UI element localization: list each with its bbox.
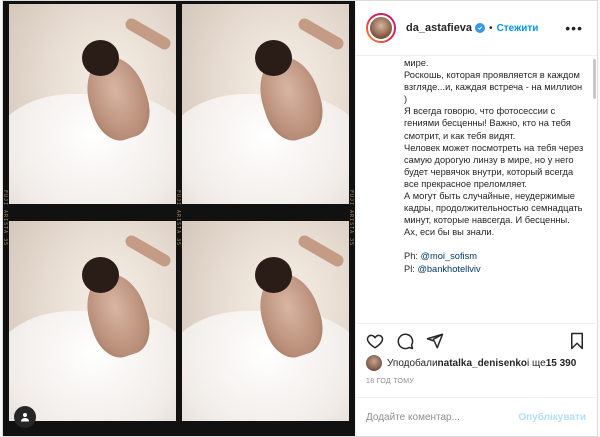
credit-prefix: Ph: bbox=[404, 251, 421, 262]
caption-line: Роскошь, которая проявляется в каждом вз… bbox=[404, 70, 583, 105]
follow-button[interactable]: Стежити bbox=[497, 23, 539, 34]
film-edge-middle: FUJI ARISTA 35 bbox=[176, 1, 181, 436]
photo-frame bbox=[182, 4, 349, 204]
photo-frame bbox=[9, 221, 176, 421]
credit-photographer: Ph: @moi_sofism bbox=[404, 250, 586, 262]
post-caption: мире. Роскошь, которая проявляется в каж… bbox=[356, 57, 596, 321]
credit-prefix: Pl: bbox=[404, 263, 418, 274]
username-link[interactable]: da_astafieva bbox=[406, 22, 472, 34]
post-image[interactable]: FUJI ARISTA 35 FUJI ARISTA 35 FUJI ARIST… bbox=[3, 1, 355, 436]
more-icon[interactable]: ••• bbox=[565, 20, 583, 36]
bookmark-icon[interactable] bbox=[568, 332, 586, 350]
credit-place: Pl: @bankhotellviv bbox=[404, 263, 586, 275]
heart-icon[interactable] bbox=[366, 332, 384, 350]
action-bar bbox=[356, 323, 596, 357]
film-edge-text: FUJI ARISTA 35 bbox=[3, 190, 8, 247]
film-edge-right: FUJI ARISTA 35 bbox=[349, 1, 354, 436]
likes-prefix: Уподобали bbox=[387, 357, 438, 369]
separator-dot: • bbox=[489, 22, 493, 34]
caption-line: Ах, еси бы вы знали. bbox=[404, 227, 495, 238]
mention-link[interactable]: @bankhotellviv bbox=[417, 264, 480, 274]
comment-input[interactable] bbox=[366, 411, 519, 423]
avatar[interactable] bbox=[366, 13, 396, 43]
caption-line: А могут быть случайные, неудержимые кадр… bbox=[404, 191, 583, 226]
film-edge-text: FUJI ARISTA 35 bbox=[349, 190, 354, 247]
film-edge-left: FUJI ARISTA 35 bbox=[3, 1, 8, 436]
user-tag-icon[interactable] bbox=[14, 406, 36, 428]
post-timestamp[interactable]: 18 ГОД ТОМУ bbox=[366, 378, 414, 385]
photo-frame bbox=[182, 221, 349, 421]
mention-link[interactable]: @moi_sofism bbox=[421, 251, 477, 261]
post-header: da_astafieva • Стежити ••• bbox=[356, 1, 597, 56]
caption-scrollbar[interactable] bbox=[593, 59, 596, 321]
instagram-post: FUJI ARISTA 35 FUJI ARISTA 35 FUJI ARIST… bbox=[2, 0, 598, 437]
likes-summary: Уподобали natalka_denisenko і ще 15 390 bbox=[366, 355, 576, 371]
publish-button[interactable]: Опублікувати bbox=[518, 412, 586, 423]
likes-count[interactable]: 15 390 bbox=[546, 358, 577, 369]
caption-line: Человек может посмотреть на тебя через с… bbox=[404, 142, 584, 189]
likes-middle: і ще bbox=[527, 357, 546, 369]
caption-line: мире. bbox=[404, 58, 429, 68]
verified-icon bbox=[475, 23, 486, 33]
liker-avatar[interactable] bbox=[366, 355, 382, 371]
liker-username[interactable]: natalka_denisenko bbox=[438, 358, 527, 369]
comment-form: Опублікувати bbox=[356, 397, 596, 436]
comment-icon[interactable] bbox=[396, 332, 414, 350]
film-edge-text: FUJI ARISTA 35 bbox=[176, 190, 181, 247]
share-icon[interactable] bbox=[426, 332, 444, 350]
post-side-panel: da_astafieva • Стежити ••• мире. Роскошь… bbox=[355, 1, 597, 436]
caption-line: Я всегда говорю, что фотосессии с гениям… bbox=[404, 106, 571, 141]
photo-frame bbox=[9, 4, 176, 204]
